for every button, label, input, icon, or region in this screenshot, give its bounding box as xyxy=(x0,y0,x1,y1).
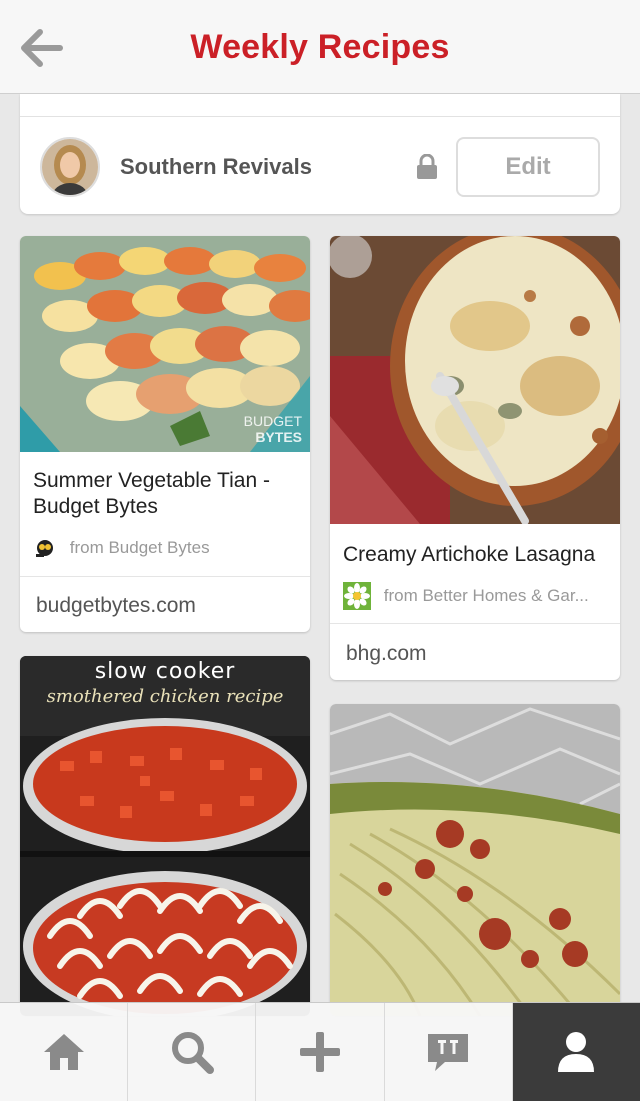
nav-add[interactable] xyxy=(256,1003,385,1101)
avatar[interactable] xyxy=(40,137,100,197)
nav-home[interactable] xyxy=(0,1003,129,1101)
search-icon xyxy=(171,1032,214,1074)
board-name: Southern Revivals xyxy=(120,154,312,179)
board-header-card: Southern Revivals Edit xyxy=(20,94,620,214)
nav-profile[interactable] xyxy=(512,1003,640,1101)
nav-search[interactable] xyxy=(128,1003,257,1101)
nav-notifications[interactable] xyxy=(385,1003,513,1101)
notifications-icon xyxy=(428,1034,469,1071)
divider xyxy=(20,116,620,117)
divider xyxy=(20,576,310,577)
pin-card[interactable] xyxy=(330,704,620,1016)
lock-icon xyxy=(417,154,437,179)
profile-icon xyxy=(558,1032,595,1072)
pin-title[interactable]: Creamy Artichoke Lasagna xyxy=(343,542,595,568)
pin-source[interactable]: from Better Homes & Gar... xyxy=(343,582,589,612)
pin-source[interactable]: from Budget Bytes xyxy=(33,536,210,566)
source-favicon-icon xyxy=(36,540,53,557)
top-bar: Weekly Recipes xyxy=(0,0,640,94)
pin-title[interactable]: Summer Vegetable Tian - Budget Bytes xyxy=(33,468,270,520)
pin-image[interactable]: slow cooker smothered chicken recipe xyxy=(20,656,310,1016)
home-icon xyxy=(43,1034,84,1070)
pin-card[interactable]: BUDGET BYTES Summer Vegetable Tian - Bud… xyxy=(20,236,310,632)
page-title: Weekly Recipes xyxy=(190,28,450,66)
edit-board-button[interactable]: Edit xyxy=(456,137,600,197)
pin-card[interactable]: slow cooker smothered chicken recipe xyxy=(20,656,310,1016)
image-watermark: BYTES xyxy=(255,429,302,445)
pin-image[interactable] xyxy=(330,704,620,1016)
pin-image[interactable] xyxy=(330,236,620,524)
pin-domain-link[interactable]: bhg.com xyxy=(346,642,427,666)
divider xyxy=(330,623,620,624)
image-watermark: BUDGET xyxy=(244,413,303,429)
bottom-nav xyxy=(0,1002,640,1101)
pin-domain-link[interactable]: budgetbytes.com xyxy=(36,594,196,618)
pin-image[interactable]: BUDGET BYTES xyxy=(20,236,310,452)
pin-card[interactable]: Creamy Artichoke Lasagna from Better Hom… xyxy=(330,236,620,680)
flower-favicon-icon xyxy=(343,582,371,610)
image-caption: slow cooker xyxy=(95,659,236,684)
plus-icon xyxy=(300,1032,340,1072)
image-caption: smothered chicken recipe xyxy=(47,686,284,707)
